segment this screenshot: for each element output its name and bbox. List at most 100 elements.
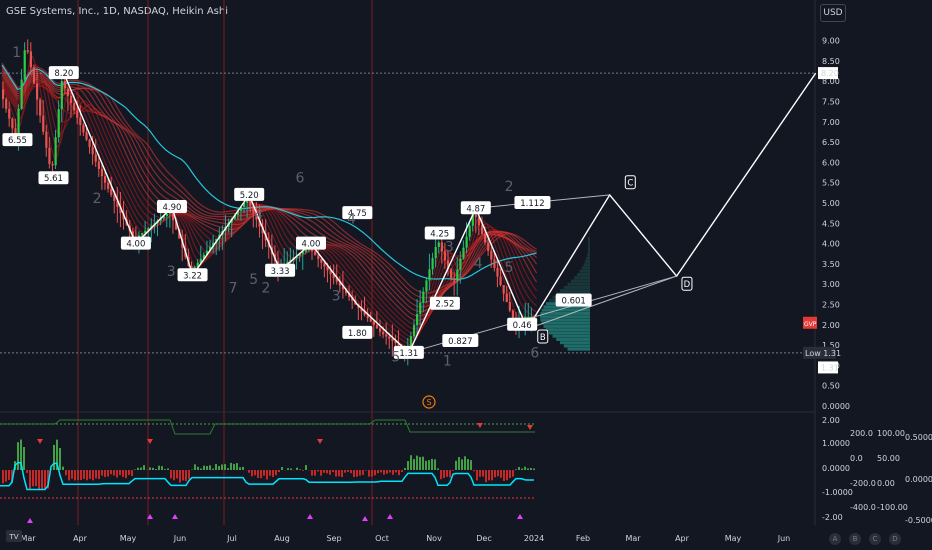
candle	[487, 242, 490, 251]
volume-bar	[574, 276, 590, 280]
osc-bar	[101, 470, 103, 476]
osc-bar	[389, 470, 391, 473]
candle	[107, 182, 110, 189]
osc-bar	[401, 470, 403, 472]
osc-tick: -1.0000	[822, 488, 853, 497]
wave-number: 4	[347, 211, 356, 227]
candle	[388, 336, 391, 339]
candle	[382, 331, 385, 335]
time-tick: Jul	[226, 534, 237, 543]
osc-bar	[323, 470, 325, 473]
osc-bar	[458, 457, 460, 470]
osc-bar	[140, 467, 142, 470]
candle	[484, 233, 487, 243]
candle	[450, 269, 453, 279]
osc-bar	[137, 467, 139, 470]
osc-tick-right: 0.00	[877, 479, 895, 488]
scale-button-d[interactable]: D	[889, 533, 901, 545]
osc-bar	[65, 470, 67, 476]
osc-bar	[77, 470, 79, 481]
price-label-text: 5.61	[44, 174, 63, 184]
osc-bar	[377, 470, 379, 474]
osc-bar	[221, 464, 223, 470]
volume-bar	[563, 285, 590, 289]
volume-bar	[552, 334, 590, 338]
osc-bar	[251, 470, 253, 477]
osc-bar	[482, 470, 484, 477]
osc-bar	[182, 470, 184, 481]
osc-bar	[413, 459, 415, 470]
candle	[42, 115, 45, 132]
osc-bar	[125, 470, 127, 479]
osc-bar	[362, 470, 364, 475]
osc-bar	[512, 470, 514, 477]
event-icon-text: S	[426, 398, 431, 407]
osc-bar	[167, 468, 169, 470]
osc-bar	[419, 456, 421, 470]
osc-sell-marker	[477, 423, 483, 428]
scale-button-a[interactable]: A	[829, 533, 841, 545]
osc-tick-right: 100.00	[877, 429, 905, 438]
osc-bar	[461, 459, 463, 470]
osc-bar	[80, 470, 82, 481]
price-label: 3.22	[177, 268, 208, 282]
osc-bar	[437, 468, 439, 470]
osc-bar	[68, 470, 70, 481]
osc-bar	[143, 465, 145, 470]
osc-bar	[278, 470, 280, 473]
candle	[110, 188, 113, 195]
candle	[69, 95, 73, 104]
candle	[91, 146, 94, 155]
wave-number: 3	[445, 240, 454, 256]
osc-bar	[170, 470, 172, 479]
osc-bar	[329, 470, 331, 475]
last-price-badge-text: 8.20	[821, 69, 839, 78]
low-price-badge-text: 1.31	[821, 363, 839, 372]
osc-bar	[227, 468, 229, 470]
candle	[437, 242, 440, 247]
osc-bar	[398, 470, 400, 476]
price-tick: 9.00	[822, 37, 840, 46]
volume-bar	[587, 250, 590, 254]
osc-bar	[506, 470, 508, 481]
osc-bar	[290, 468, 292, 470]
volume-bar	[560, 341, 590, 345]
osc-tick-far: 0.5000	[905, 433, 932, 442]
wave-number: 7	[229, 280, 238, 296]
volume-bar	[541, 321, 590, 325]
wave-number: 5	[391, 349, 400, 365]
price-label: 1.112	[514, 196, 551, 209]
osc-bar	[164, 469, 166, 470]
time-tick: Apr	[73, 534, 88, 543]
osc-bar	[347, 470, 349, 472]
candle	[456, 269, 459, 281]
candle	[100, 168, 104, 177]
wave-label-text: D	[684, 280, 691, 290]
scale-button-c[interactable]: C	[869, 533, 881, 545]
osc-bar	[281, 467, 283, 470]
candle	[496, 267, 499, 277]
volume-bar	[588, 243, 590, 247]
osc-bar	[119, 470, 121, 476]
osc-bar	[149, 467, 151, 470]
candle	[416, 313, 419, 326]
osc-bar	[38, 470, 40, 491]
candle	[5, 99, 8, 109]
osc-bar	[320, 470, 322, 476]
osc-bar	[497, 470, 499, 477]
price-label-text: 3.33	[271, 267, 290, 277]
osc-bar	[527, 468, 529, 470]
osc-bar	[407, 461, 409, 470]
osc-bar	[302, 470, 304, 471]
wave-number: 5	[249, 272, 258, 288]
price-chart[interactable]: 8.206.555.614.905.204.754.003.22 3.334.00…	[0, 0, 932, 550]
osc-bar	[371, 470, 373, 477]
osc-bar	[275, 470, 277, 476]
price-label-text: 4.87	[466, 204, 485, 214]
osc-bar	[206, 466, 208, 470]
osc-bar	[155, 469, 157, 470]
wave-number: 1	[12, 45, 21, 61]
osc-bar	[110, 470, 112, 475]
osc-bar	[230, 462, 232, 470]
scale-button-b[interactable]: B	[849, 533, 861, 545]
